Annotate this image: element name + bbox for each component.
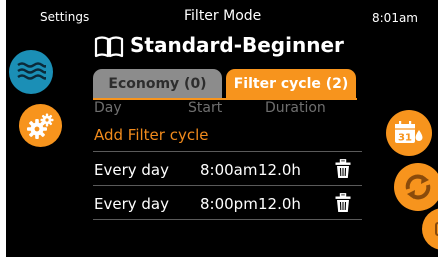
column-header-day: Day — [94, 100, 122, 116]
water-button[interactable] — [9, 50, 53, 94]
calendar-31-icon: 31 — [395, 121, 423, 144]
calendar-button[interactable]: 31 — [386, 110, 432, 156]
row-divider — [93, 185, 362, 186]
row-divider — [93, 219, 362, 220]
row-duration: 12.0h — [258, 161, 301, 179]
add-filter-cycle-button[interactable]: Add Filter cycle — [94, 126, 209, 144]
settings-link[interactable]: Settings — [40, 10, 89, 24]
row-day: Every day — [94, 195, 169, 213]
trash-icon[interactable] — [335, 159, 351, 179]
refresh-button[interactable] — [394, 163, 438, 211]
row-duration: 12.0h — [258, 195, 301, 213]
refresh-arrows-icon — [405, 174, 431, 200]
tab-filter-cycle-label: Filter cycle (2) — [233, 75, 349, 92]
column-header-duration: Duration — [265, 100, 326, 116]
tab-economy-label: Economy (0) — [108, 75, 207, 92]
svg-text:31: 31 — [398, 133, 412, 144]
partial-button[interactable] — [422, 208, 438, 250]
trash-icon[interactable] — [335, 193, 351, 213]
gears-icon — [26, 113, 53, 139]
row-start: 8:00am — [200, 161, 258, 179]
column-header-start: Start — [188, 100, 223, 116]
row-day: Every day — [94, 161, 169, 179]
settings-button[interactable] — [19, 104, 62, 147]
row-start: 8:00pm — [200, 195, 258, 213]
tab-economy[interactable]: Economy (0) — [93, 69, 222, 98]
tab-filter-cycle[interactable]: Filter cycle (2) — [226, 69, 356, 98]
screen: Settings Filter Mode 8:01am Standard-Beg… — [6, 0, 438, 257]
mode-title: Standard-Beginner — [130, 33, 344, 57]
water-waves-icon — [17, 62, 46, 80]
row-divider — [93, 151, 362, 152]
partial-orange-icon — [435, 222, 438, 236]
page-title: Filter Mode — [184, 8, 262, 24]
book-icon — [94, 36, 124, 58]
clock-time: 8:01am — [372, 11, 418, 25]
